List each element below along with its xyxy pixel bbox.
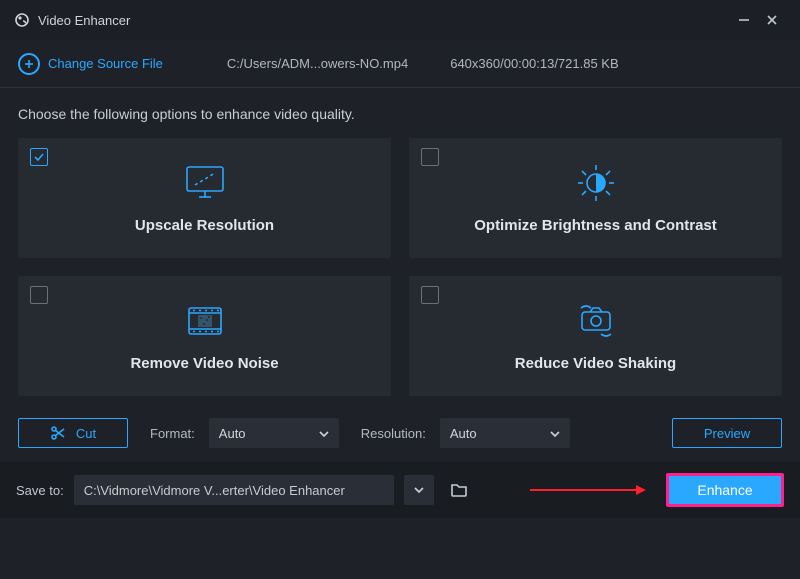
- instruction-text: Choose the following options to enhance …: [18, 106, 782, 122]
- film-noise-icon: [181, 301, 229, 341]
- format-value: Auto: [219, 426, 246, 441]
- cut-button[interactable]: Cut: [18, 418, 128, 448]
- camera-shake-icon: [570, 301, 622, 341]
- option-brightness-contrast[interactable]: Optimize Brightness and Contrast: [409, 138, 782, 258]
- save-path-dropdown[interactable]: [404, 475, 434, 505]
- close-button[interactable]: [758, 6, 786, 34]
- scissors-icon: [50, 425, 66, 441]
- change-source-label: Change Source File: [48, 56, 163, 71]
- cut-label: Cut: [76, 426, 96, 441]
- option-label: Optimize Brightness and Contrast: [474, 217, 717, 234]
- annotation-arrow: [484, 482, 656, 498]
- option-label: Reduce Video Shaking: [515, 355, 676, 372]
- resolution-select[interactable]: Auto: [440, 418, 570, 448]
- source-path: C:/Users/ADM...owers-NO.mp4: [227, 56, 408, 71]
- source-meta: 640x360/00:00:13/721.85 KB: [450, 56, 618, 71]
- checkbox-upscale[interactable]: [30, 148, 48, 166]
- brightness-icon: [573, 163, 619, 203]
- option-label: Upscale Resolution: [135, 217, 274, 234]
- checkbox-brightness[interactable]: [421, 148, 439, 166]
- titlebar: Video Enhancer: [0, 0, 800, 40]
- resolution-label: Resolution:: [361, 426, 426, 441]
- minimize-button[interactable]: [730, 6, 758, 34]
- app-icon: [14, 12, 30, 28]
- enhance-button[interactable]: Enhance: [666, 473, 784, 507]
- open-folder-button[interactable]: [444, 475, 474, 505]
- checkbox-shaking[interactable]: [421, 286, 439, 304]
- resolution-value: Auto: [450, 426, 477, 441]
- chevron-down-icon: [319, 426, 329, 441]
- option-reduce-shaking[interactable]: Reduce Video Shaking: [409, 276, 782, 396]
- option-upscale-resolution[interactable]: Upscale Resolution: [18, 138, 391, 258]
- window-title: Video Enhancer: [38, 13, 130, 28]
- option-remove-noise[interactable]: Remove Video Noise: [18, 276, 391, 396]
- preview-button[interactable]: Preview: [672, 418, 782, 448]
- preview-label: Preview: [704, 426, 750, 441]
- options-grid: Upscale Resolution Optimize B: [18, 138, 782, 396]
- controls-row: Cut Format: Auto Resolution: Auto Previe…: [0, 396, 800, 462]
- save-path-field[interactable]: C:\Vidmore\Vidmore V...erter\Video Enhan…: [74, 475, 394, 505]
- plus-circle-icon: [18, 53, 40, 75]
- change-source-button[interactable]: Change Source File: [18, 53, 163, 75]
- monitor-upscale-icon: [181, 163, 229, 203]
- format-select[interactable]: Auto: [209, 418, 339, 448]
- checkbox-noise[interactable]: [30, 286, 48, 304]
- enhance-label: Enhance: [697, 482, 752, 498]
- save-path-value: C:\Vidmore\Vidmore V...erter\Video Enhan…: [84, 483, 345, 498]
- option-label: Remove Video Noise: [130, 355, 278, 372]
- source-bar: Change Source File C:/Users/ADM...owers-…: [0, 40, 800, 88]
- save-to-label: Save to:: [16, 483, 64, 498]
- chevron-down-icon: [550, 426, 560, 441]
- footer: Save to: C:\Vidmore\Vidmore V...erter\Vi…: [0, 462, 800, 518]
- format-label: Format:: [150, 426, 195, 441]
